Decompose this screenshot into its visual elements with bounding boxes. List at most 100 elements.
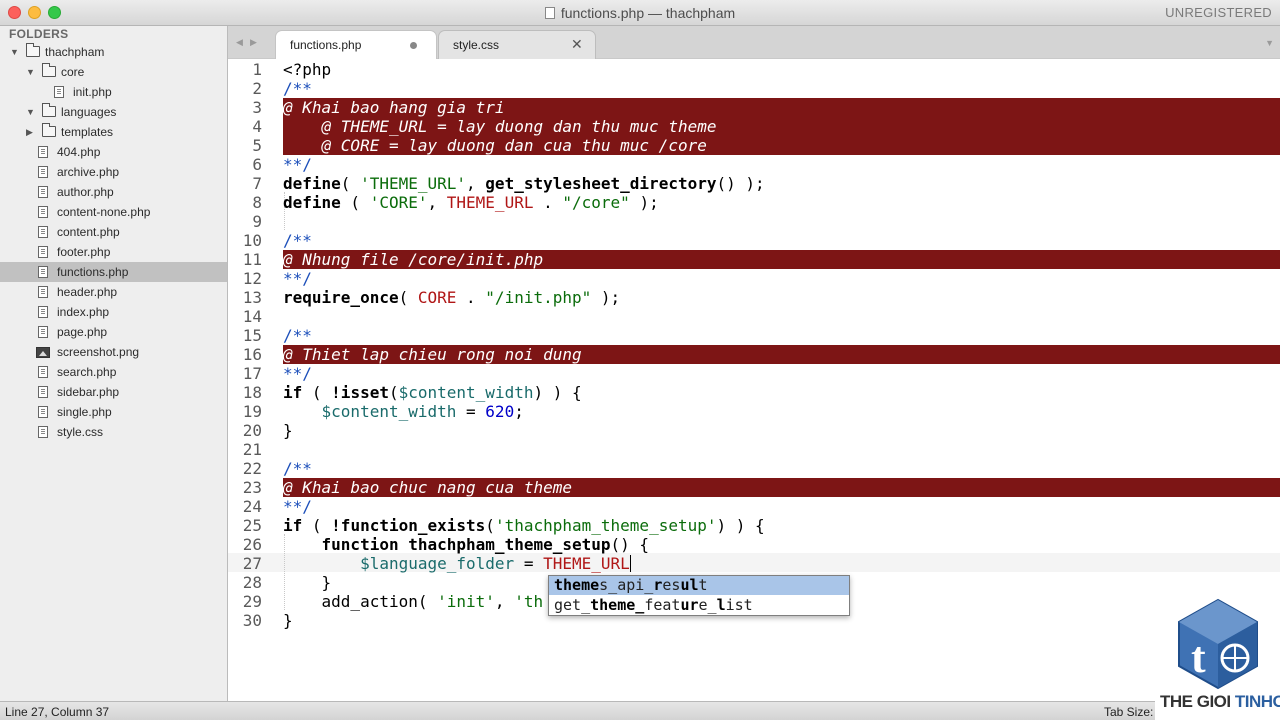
tab-label: functions.php [290, 38, 362, 52]
disclosure-open-icon[interactable]: ▼ [10, 42, 19, 62]
code-line[interactable]: **/ [283, 155, 1280, 174]
code-token: 'CORE' [369, 193, 428, 212]
disclosure-closed-icon[interactable]: ▶ [26, 122, 33, 142]
tree-item-page-php[interactable]: page.php [0, 322, 227, 342]
code-token: } [283, 573, 332, 592]
code-line[interactable]: /** [283, 459, 1280, 478]
tab-style-css[interactable]: style.css ✕ [438, 30, 596, 59]
code-token: **/ [283, 269, 312, 288]
tab-close-icon[interactable]: ✕ [571, 36, 583, 53]
code-line[interactable]: /** [283, 79, 1280, 98]
tree-item-content-none-php[interactable]: content-none.php [0, 202, 227, 222]
line-number: 4 [252, 117, 262, 136]
tab-functions-php[interactable]: functions.php [275, 30, 437, 59]
line-number: 23 [242, 478, 262, 497]
code-line[interactable]: **/ [283, 364, 1280, 383]
code-line[interactable]: **/ [283, 269, 1280, 288]
autocomplete-text: feat [644, 596, 681, 614]
code-line[interactable]: /** [283, 326, 1280, 345]
file-icon [38, 186, 48, 198]
tree-item-author-php[interactable]: author.php [0, 182, 227, 202]
code-token: ( [485, 516, 495, 535]
tree-item-label: index.php [57, 305, 110, 319]
code-token: @ CORE = lay duong dan cua thu muc /core [283, 136, 707, 155]
tree-item-core[interactable]: ▼ core [0, 62, 227, 82]
file-icon [38, 246, 48, 258]
code-line[interactable]: define ( 'CORE', THEME_URL . "/core" ); [283, 193, 1280, 212]
code-line[interactable]: @ Thiet lap chieu rong noi dung [283, 345, 1280, 364]
tree-item-label: screenshot.png [57, 345, 140, 359]
disclosure-open-icon[interactable]: ▼ [26, 62, 35, 82]
code-token: ; [514, 402, 524, 421]
tree-item-content-php[interactable]: content.php [0, 222, 227, 242]
code-line[interactable]: } [283, 421, 1280, 440]
code-token: 'THEME_URL' [360, 174, 467, 193]
code-token: THEME_URL [543, 554, 630, 573]
cursor-position: Line 27, Column 37 [5, 705, 110, 719]
tab-scroll-right-icon[interactable]: ▶ [250, 37, 257, 48]
unregistered-label: UNREGISTERED [1165, 5, 1272, 20]
tree-item-style-css[interactable]: style.css [0, 422, 227, 442]
code-token: "/core" [562, 193, 630, 212]
brand-wordmark: THE GIOI TINHOC [1160, 692, 1280, 711]
code-line[interactable]: @ Khai bao chuc nang cua theme [283, 478, 1280, 497]
tree-item-label: header.php [57, 285, 118, 299]
folders-sidebar: FOLDERS ▼ thachpham ▼ core init.php ▼ language… [0, 26, 228, 701]
tree-item-footer-php[interactable]: footer.php [0, 242, 227, 262]
tree-item-sidebar-php[interactable]: sidebar.php [0, 382, 227, 402]
autocomplete-popup[interactable]: themes_api_result get_theme_feature_list [548, 575, 850, 616]
tree-item-templates[interactable]: ▶ templates [0, 122, 227, 142]
code-line[interactable] [283, 212, 1280, 231]
code-line[interactable]: define( 'THEME_URL', get_stylesheet_dire… [283, 174, 1280, 193]
line-number: 9 [252, 212, 262, 231]
tree-item-search-php[interactable]: search.php [0, 362, 227, 382]
line-number: 10 [242, 231, 262, 250]
file-icon [38, 326, 48, 338]
code-line[interactable]: @ Nhung file /core/init.php [283, 250, 1280, 269]
code-token: THEME_URL [446, 193, 534, 212]
disclosure-open-icon[interactable]: ▼ [26, 102, 35, 122]
tree-item-archive-php[interactable]: archive.php [0, 162, 227, 182]
line-number: 1 [252, 60, 262, 79]
autocomplete-item[interactable]: get_theme_feature_list [549, 596, 849, 615]
tree-item-languages[interactable]: ▼ languages [0, 102, 227, 122]
code-line[interactable]: @ THEME_URL = lay duong dan thu muc them… [283, 117, 1280, 136]
code-line[interactable]: <?php [283, 60, 1280, 79]
code-line[interactable]: function thachpham_theme_setup() { [283, 535, 1280, 554]
unsaved-dot-icon[interactable] [410, 42, 417, 49]
code-line[interactable]: /** [283, 231, 1280, 250]
tree-item-404-php[interactable]: 404.php [0, 142, 227, 162]
code-line[interactable] [283, 307, 1280, 326]
folders-header: FOLDERS [9, 27, 69, 41]
code-line[interactable]: $content_width = 620; [283, 402, 1280, 421]
code-line[interactable]: require_once( CORE . "/init.php" ); [283, 288, 1280, 307]
tree-item-header-php[interactable]: header.php [0, 282, 227, 302]
tree-item-single-php[interactable]: single.php [0, 402, 227, 422]
tree-item-index-php[interactable]: index.php [0, 302, 227, 322]
code-line[interactable]: @ CORE = lay duong dan cua thu muc /core [283, 136, 1280, 155]
code-line[interactable]: if ( !isset($content_width) ) { [283, 383, 1280, 402]
title-bar: functions.php — thachpham UNREGISTERED [0, 0, 1280, 26]
file-icon [38, 206, 48, 218]
folder-icon [42, 63, 56, 77]
line-number: 26 [242, 535, 262, 554]
code-token: !isset [331, 383, 389, 402]
code-line[interactable]: $language_folder = THEME_URL [283, 554, 1280, 573]
tree-item-thachpham[interactable]: ▼ thachpham [0, 42, 227, 62]
line-number: 5 [252, 136, 262, 155]
code-line[interactable]: @ Khai bao hang gia tri [283, 98, 1280, 117]
code-line[interactable]: if ( !function_exists('thachpham_theme_s… [283, 516, 1280, 535]
code-token: () ); [716, 174, 765, 193]
tab-scroll-left-icon[interactable]: ◀ [236, 37, 243, 48]
code-line[interactable]: **/ [283, 497, 1280, 516]
autocomplete-item[interactable]: themes_api_result [549, 576, 849, 595]
code-line[interactable] [283, 440, 1280, 459]
code-token: . [533, 193, 563, 212]
tree-item-init-php[interactable]: init.php [0, 82, 227, 102]
tree-item-screenshot-png[interactable]: screenshot.png [0, 342, 227, 362]
tree-item-functions-php[interactable]: functions.php [0, 262, 227, 282]
tab-overflow-icon[interactable]: ▼ [1265, 38, 1274, 48]
code-token: 'init' [437, 592, 495, 611]
